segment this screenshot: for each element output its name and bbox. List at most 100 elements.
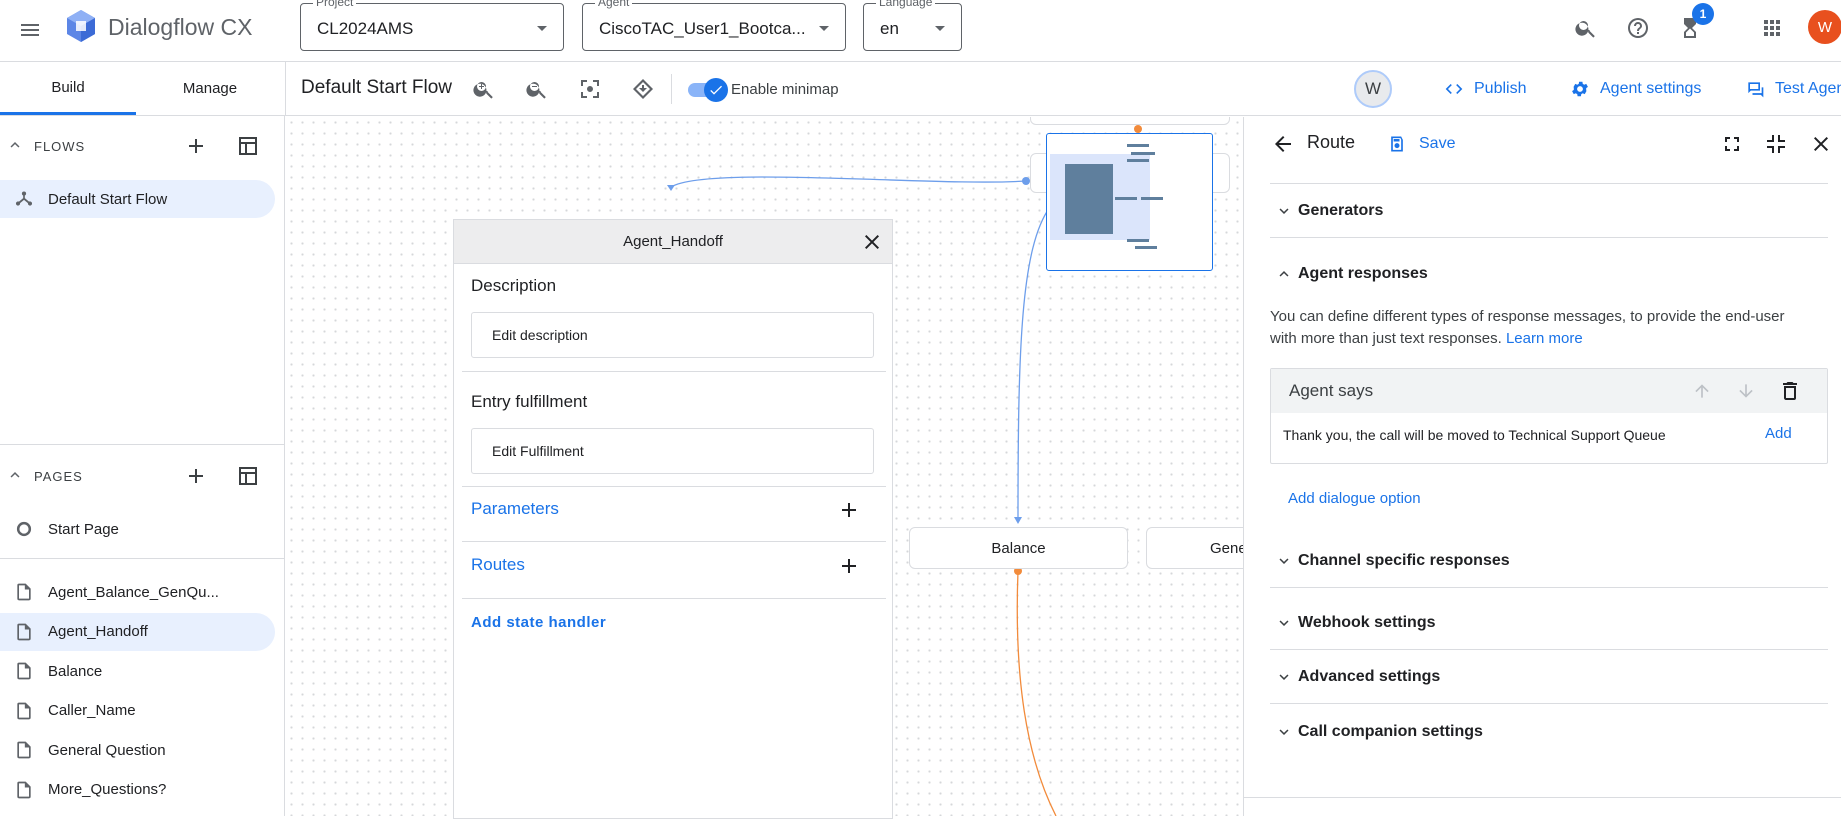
page-item[interactable]: General Question: [0, 731, 275, 769]
route-header-divider: [1270, 183, 1828, 184]
description-heading: Description: [471, 276, 557, 295]
agent-settings-button[interactable]: Agent settings: [1570, 75, 1701, 103]
chevron-up-icon[interactable]: [4, 464, 26, 486]
generators-section[interactable]: Generators: [1270, 185, 1828, 238]
canvas-node-general-question[interactable]: Gene: [1146, 527, 1243, 569]
chevron-down-icon: [1270, 668, 1298, 686]
project-select[interactable]: Project CL2024AMS: [300, 0, 564, 51]
page-item-start-page[interactable]: Start Page: [0, 510, 275, 548]
page-icon: [0, 661, 48, 681]
minimap[interactable]: [1046, 133, 1213, 271]
agent-says-header: Agent says: [1271, 369, 1827, 413]
chat-icon: [1748, 82, 1764, 98]
table-view-icon[interactable]: [233, 461, 263, 491]
route-section-label: Webhook settings: [1298, 614, 1436, 631]
arrow-down-icon[interactable]: [1733, 378, 1759, 404]
page-item-label: General Question: [48, 741, 166, 759]
help-icon[interactable]: [1620, 10, 1656, 46]
language-select[interactable]: Language en: [863, 0, 962, 51]
add-dialogue-option-button[interactable]: Add dialogue option: [1288, 490, 1421, 507]
close-icon[interactable]: [860, 230, 884, 254]
flows-section-header: FLOWS: [0, 126, 285, 166]
page-item-label: More_Questions?: [48, 781, 167, 798]
minimap-toggle[interactable]: [688, 78, 728, 102]
route-section-label: Channel specific responses: [1298, 552, 1510, 569]
agent-select-label: Agent: [595, 0, 633, 9]
flow-title: Default Start Flow: [301, 77, 452, 98]
page-item[interactable]: More_Questions?: [0, 771, 275, 809]
collapse-icon[interactable]: [1762, 130, 1790, 158]
close-icon[interactable]: [1807, 130, 1835, 158]
page-item[interactable]: Agent_Handoff: [0, 612, 275, 651]
add-page-icon[interactable]: [181, 461, 211, 491]
table-view-icon[interactable]: [233, 131, 263, 161]
flow-tree-icon: [0, 189, 48, 209]
add-state-handler-button[interactable]: Add state handler: [471, 614, 606, 631]
page-item[interactable]: Balance: [0, 652, 275, 690]
page-item[interactable]: Agent_Balance_GenQu...: [0, 573, 275, 611]
page-item-label: Balance: [48, 662, 103, 680]
page-item-label: Start Page: [48, 520, 119, 538]
route-panel-bottom-divider: [1244, 797, 1841, 798]
arrow-up-icon[interactable]: [1689, 378, 1715, 404]
collaborator-avatar: W: [1354, 70, 1392, 108]
add-parameter-icon[interactable]: [835, 496, 863, 524]
save-button[interactable]: Save: [1387, 130, 1455, 158]
add-response-button[interactable]: Add: [1765, 425, 1792, 442]
apps-grid-icon[interactable]: [1754, 10, 1790, 46]
page-icon: [0, 701, 48, 721]
tab-manage[interactable]: Manage: [142, 62, 278, 115]
fullscreen-icon[interactable]: [1718, 130, 1746, 158]
auto-layout-icon[interactable]: [629, 75, 657, 103]
page-item[interactable]: Caller_Name: [0, 692, 275, 730]
chevron-down-icon: [1270, 202, 1298, 220]
save-icon: [1391, 136, 1403, 152]
entry-fulfillment-heading: Entry fulfillment: [471, 392, 588, 411]
back-arrow-icon[interactable]: [1268, 129, 1298, 159]
edit-fulfillment-field[interactable]: Edit Fulfillment: [471, 428, 874, 474]
flow-item-default-start-flow[interactable]: Default Start Flow: [0, 180, 275, 218]
agent-select[interactable]: Agent CiscoTAC_User1_Bootca...: [582, 0, 846, 51]
route-section[interactable]: Channel specific responses: [1270, 535, 1828, 588]
page-item-label: Agent_Balance_GenQu...: [48, 583, 219, 601]
add-flow-icon[interactable]: [181, 131, 211, 161]
generators-label: Generators: [1298, 202, 1384, 219]
publish-button[interactable]: Publish: [1444, 75, 1526, 103]
route-section[interactable]: Call companion settings: [1270, 705, 1828, 758]
edit-description-field[interactable]: Edit description: [471, 312, 874, 358]
search-icon[interactable]: [1568, 10, 1604, 46]
zoom-in-icon[interactable]: [470, 75, 498, 103]
route-section[interactable]: Advanced settings: [1270, 651, 1828, 704]
test-agent-button[interactable]: Test Agent: [1745, 75, 1841, 103]
zoom-out-icon[interactable]: [523, 75, 551, 103]
start-page-circle-icon: [0, 519, 48, 539]
save-label: Save: [1419, 135, 1456, 152]
routes-link[interactable]: Routes: [471, 555, 525, 575]
agent-says-card: Agent says Thank you, the call will be m…: [1270, 368, 1828, 464]
agent-says-text[interactable]: Thank you, the call will be moved to Tec…: [1283, 427, 1666, 443]
chevron-down-icon: [935, 26, 945, 31]
project-select-label: Project: [313, 0, 357, 9]
route-section[interactable]: Webhook settings: [1270, 597, 1828, 650]
delete-icon[interactable]: [1776, 377, 1804, 405]
flows-header-label: FLOWS: [34, 139, 86, 154]
panel-divider: [462, 598, 886, 599]
agent-responses-section[interactable]: Agent responses: [1270, 247, 1828, 300]
page-icon: [0, 740, 48, 760]
test-agent-label: Test Agent: [1775, 80, 1841, 97]
panel-divider: [462, 371, 886, 372]
gear-icon: [1572, 81, 1588, 97]
sub-toolbar: Build Manage Default Start Flow Enable m…: [0, 62, 1841, 116]
chevron-up-icon[interactable]: [4, 134, 26, 156]
chevron-down-icon: [819, 26, 829, 31]
parameters-link[interactable]: Parameters: [471, 499, 559, 519]
canvas-node-top[interactable]: [1030, 117, 1230, 125]
learn-more-link[interactable]: Learn more: [1506, 330, 1583, 347]
avatar[interactable]: W: [1808, 10, 1841, 44]
canvas-node-balance[interactable]: Balance: [909, 527, 1128, 569]
add-route-icon[interactable]: [835, 552, 863, 580]
route-section-label: Call companion settings: [1298, 722, 1483, 740]
tab-build[interactable]: Build: [0, 62, 136, 115]
hamburger-menu-icon[interactable]: [14, 14, 46, 46]
fit-to-screen-icon[interactable]: [576, 75, 604, 103]
